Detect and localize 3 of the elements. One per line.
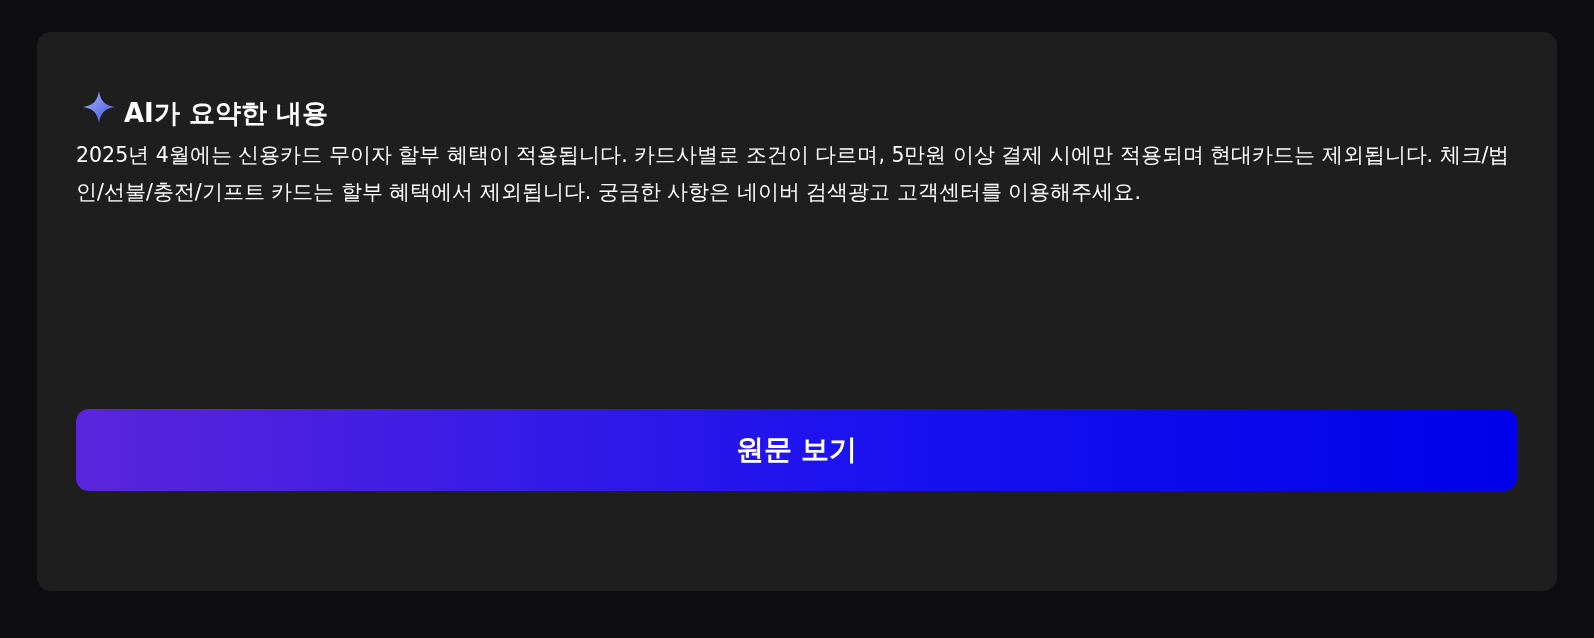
view-original-button[interactable]: 원문 보기 (76, 409, 1517, 491)
summary-text: 2025년 4월에는 신용카드 무이자 할부 혜택이 적용됩니다. 카드사별로 조건이 다르며, 5만원 이상 결제 시에만 적용되며 현대카드는 제외됩니다. 체크/법인/선불/충전/기프트 카드는 할부 혜택에서 제외됩니다. 궁금한 사항은 네이버 검색광고 고객센터를 이용해주세요. (76, 142, 1511, 206)
summary-title: AI가 요약한 내용 (124, 97, 328, 130)
